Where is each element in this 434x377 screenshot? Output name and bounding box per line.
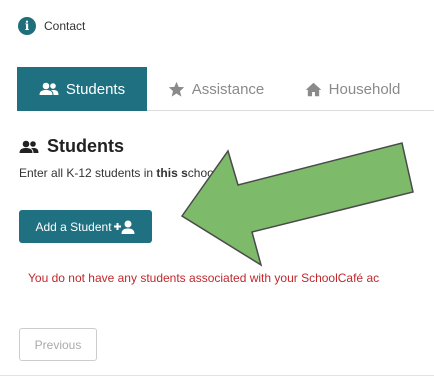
section-description: Enter all K-12 students in this school d… [19, 166, 229, 180]
divider [0, 375, 434, 376]
star-icon [168, 81, 184, 97]
top-bar: i Contact [0, 0, 434, 52]
contact-label: Contact [44, 19, 86, 33]
tab-household[interactable]: Household [285, 67, 420, 111]
tab-label: Students [65, 80, 126, 98]
tab-bar: Students Assistance Household [17, 67, 434, 111]
info-icon: i [18, 17, 36, 35]
description-prefix: Enter all K-12 students in [19, 166, 157, 180]
home-icon [305, 82, 321, 96]
users-icon [19, 140, 39, 153]
description-bold: this s [156, 166, 188, 180]
tab-label: Household [328, 80, 401, 98]
add-student-label: Add a Student [35, 219, 112, 234]
contact-link[interactable]: i Contact [18, 17, 85, 35]
section-heading: Students [19, 136, 124, 157]
tab-students[interactable]: Students [17, 67, 147, 111]
tab-assistance[interactable]: Assistance [147, 67, 285, 111]
previous-button[interactable]: Previous [19, 328, 97, 361]
no-students-message: You do not have any students associated … [28, 271, 380, 285]
green-arrow-annotation [180, 142, 414, 267]
arrow-shape [180, 142, 414, 267]
description-suffix: chool di [187, 166, 230, 180]
tab-label: Assistance [191, 80, 265, 98]
section-title: Students [47, 136, 125, 156]
users-icon [39, 82, 59, 95]
add-student-button[interactable]: Add a Student [19, 210, 152, 243]
add-user-icon [113, 220, 135, 234]
